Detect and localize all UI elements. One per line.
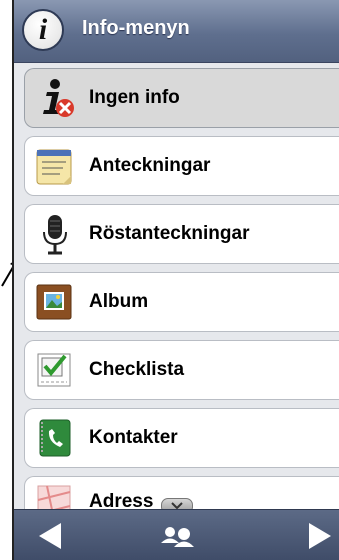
menu-item-rostanteckningar[interactable]: Röstanteckningar (24, 204, 339, 264)
notepad-icon (33, 144, 77, 188)
page-title: Info-menyn (82, 17, 190, 39)
checklist-icon (33, 348, 77, 392)
menu-item-label: Kontakter (89, 427, 178, 448)
info-letter: i (38, 13, 48, 46)
menu-item-label: Checklista (89, 359, 185, 380)
menu-item-ingen-info[interactable]: Ingen info (24, 68, 339, 128)
menu-item-anteckningar[interactable]: Anteckningar (24, 136, 339, 196)
triangle-left-icon (39, 522, 61, 549)
bottom-nav-bar (14, 509, 339, 560)
menu-item-label: Ingen info (89, 87, 180, 108)
photo-album-icon (33, 280, 77, 324)
menu-item-kontakter[interactable]: Kontakter (24, 408, 339, 468)
menu-item-label: Anteckningar (89, 155, 211, 176)
phone-contacts-icon (33, 416, 77, 460)
previous-button[interactable] (30, 510, 70, 560)
people-button[interactable] (152, 510, 204, 560)
menu-item-label: Röstanteckningar (89, 223, 250, 244)
menu-item-label: Album (89, 291, 149, 312)
next-button[interactable] (300, 510, 339, 560)
menu-item-checklista[interactable]: Checklista (24, 340, 339, 400)
people-icon (161, 526, 194, 547)
header-bar: i Info-menyn (14, 0, 339, 63)
no-info-icon (33, 76, 77, 120)
phone-screen: i Info-menyn Ingen info Anteckningar Rös… (12, 0, 339, 560)
menu-item-album[interactable]: Album (24, 272, 339, 332)
microphone-icon (33, 212, 77, 256)
info-icon: i (22, 9, 64, 51)
info-menu-list: Ingen info Anteckningar Röstanteckningar… (14, 68, 339, 536)
triangle-right-icon (309, 522, 331, 549)
